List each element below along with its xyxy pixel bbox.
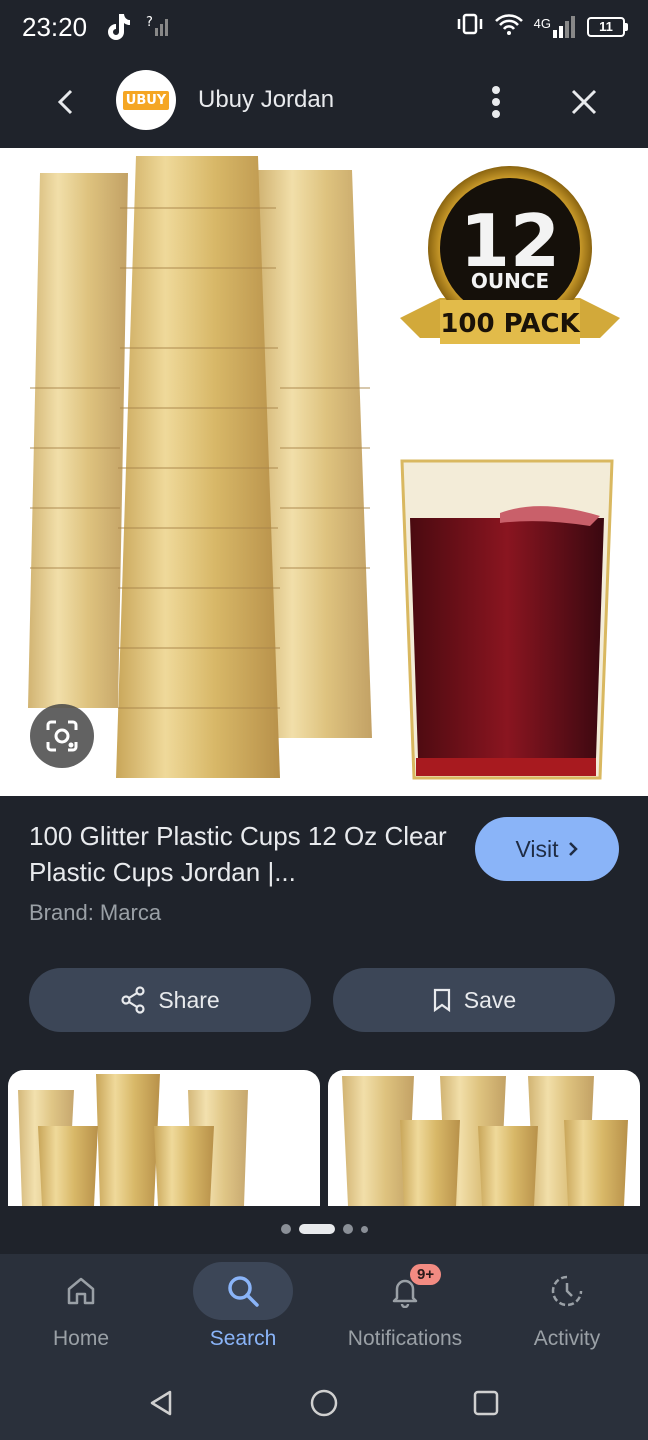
tiktok-icon (104, 12, 132, 47)
home-icon (31, 1262, 131, 1320)
visit-button[interactable]: Visit (475, 817, 619, 881)
site-title[interactable]: Ubuy Jordan (198, 86, 334, 114)
close-icon (571, 89, 597, 115)
more-vert-icon (492, 86, 500, 118)
signal-unknown-icon: ? (146, 14, 172, 43)
battery-level: 11 (587, 16, 625, 37)
back-triangle-icon (150, 1390, 172, 1416)
system-recents-button[interactable] (461, 1378, 511, 1428)
activity-icon (517, 1262, 617, 1320)
nav-notifications-label: Notifications (347, 1327, 463, 1350)
network-type: 4G (533, 15, 551, 31)
lens-icon (46, 720, 78, 752)
back-button[interactable] (44, 80, 88, 124)
close-button[interactable] (562, 80, 606, 124)
carousel-pager (0, 1220, 648, 1238)
related-image-1[interactable] (8, 1070, 320, 1206)
save-label: Save (463, 986, 517, 1013)
wifi-icon (494, 12, 524, 41)
vibrate-icon (456, 12, 484, 41)
nav-notifications[interactable]: 9+ Notifications (324, 1254, 486, 1364)
recents-square-icon (473, 1390, 499, 1416)
nav-home-label: Home (52, 1327, 110, 1350)
share-button[interactable]: Share (29, 968, 311, 1032)
pager-dot-active[interactable] (298, 1224, 335, 1234)
nav-search-label: Search (209, 1327, 277, 1350)
related-cups-illustration (342, 1076, 628, 1206)
save-button[interactable]: Save (333, 968, 615, 1032)
related-image-2[interactable] (328, 1070, 640, 1206)
logo-text: UBUY (122, 90, 170, 110)
share-icon (121, 986, 145, 1014)
product-title[interactable]: 100 Glitter Plastic Cups 12 Oz Clear Pla… (29, 818, 449, 890)
nav-activity-label: Activity (533, 1327, 601, 1350)
nav-activity[interactable]: Activity (486, 1254, 648, 1364)
status-time: 23:20 (22, 12, 88, 42)
cups-illustration: 12 OUNCE 100 PACK (28, 156, 620, 780)
home-circle-icon (310, 1389, 338, 1417)
status-bar: 23:20 ? 4G 11 (0, 0, 648, 56)
site-header: UBUY Ubuy Jordan (0, 56, 648, 148)
badge-unit: OUNCE (471, 269, 549, 293)
chevron-right-icon (568, 842, 578, 856)
system-navigation (0, 1364, 648, 1440)
product-brand: Brand: Marca (29, 900, 162, 925)
system-back-button[interactable] (136, 1378, 186, 1428)
nav-home[interactable]: Home (0, 1254, 162, 1364)
search-icon (193, 1262, 293, 1320)
share-label: Share (158, 986, 220, 1013)
battery-icon: 11 (587, 16, 628, 37)
site-logo: UBUY (116, 70, 176, 130)
nav-search[interactable]: Search (162, 1254, 324, 1364)
bottom-navigation: Home Search 9+ Notifications Activity (0, 1254, 648, 1364)
pager-dot[interactable] (280, 1224, 291, 1234)
signal-icon: 4G (533, 15, 577, 38)
pager-dot[interactable] (360, 1225, 368, 1233)
product-image[interactable]: 12 OUNCE 100 PACK (0, 148, 648, 796)
google-lens-button[interactable] (30, 704, 94, 768)
visit-label: Visit (515, 835, 559, 862)
related-cups-illustration (18, 1074, 248, 1206)
svg-text:?: ? (146, 15, 153, 30)
badge-ribbon: 100 PACK (440, 309, 580, 339)
pager-dot[interactable] (342, 1224, 353, 1234)
notification-badge: 9+ (410, 1264, 442, 1285)
back-icon (57, 89, 73, 115)
bookmark-icon (433, 988, 450, 1013)
more-options-button[interactable] (476, 80, 516, 124)
system-home-button[interactable] (299, 1378, 349, 1428)
